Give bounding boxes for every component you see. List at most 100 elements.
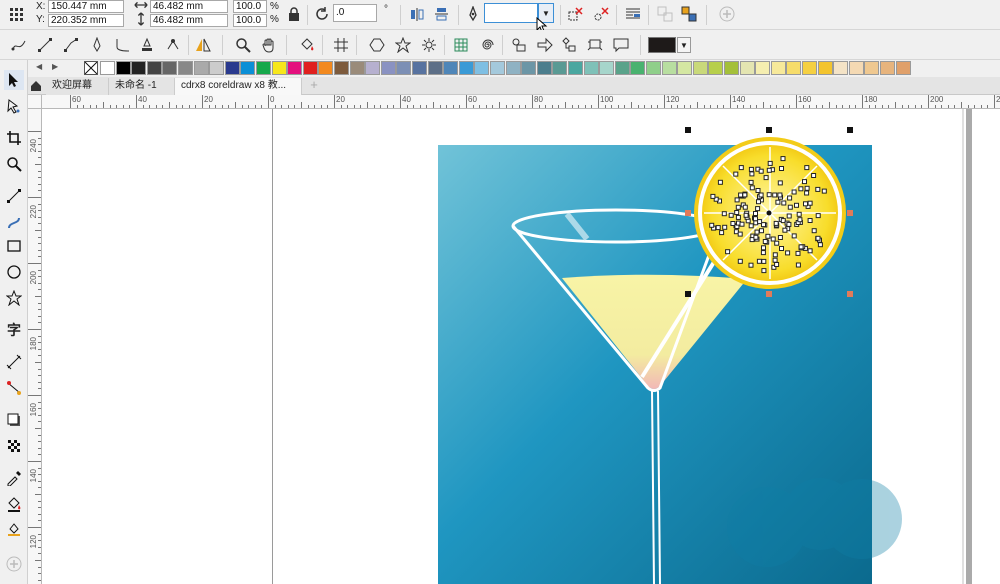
shape-tool-icon[interactable]: [4, 96, 24, 116]
palette-swatch[interactable]: [708, 61, 724, 75]
vertical-ruler[interactable]: 240 220 200 180 160 140 120: [28, 109, 42, 584]
palette-swatch[interactable]: [287, 61, 303, 75]
bspline-icon[interactable]: [114, 36, 132, 54]
line-icon[interactable]: [36, 36, 54, 54]
palette-swatch[interactable]: [583, 61, 599, 75]
new-tab-button[interactable]: +: [306, 78, 322, 93]
graph-paper-icon[interactable]: [452, 36, 470, 54]
zoom-icon[interactable]: [234, 36, 252, 54]
palette-swatch[interactable]: [599, 61, 615, 75]
fill-color-swatch[interactable]: [648, 37, 676, 53]
add-tool-icon[interactable]: [4, 554, 24, 574]
rectangle-tool-icon[interactable]: [4, 236, 24, 256]
break-apart-icon[interactable]: [592, 5, 610, 23]
outline-pen-icon[interactable]: [464, 5, 482, 23]
crop-tool-icon[interactable]: [4, 128, 24, 148]
mirror-horizontal-icon[interactable]: [408, 5, 426, 23]
ruler-origin[interactable]: [28, 95, 42, 109]
ellipse-tool-icon[interactable]: [4, 262, 24, 282]
palette-scroll-up-icon[interactable]: ▶: [52, 62, 58, 71]
palette-swatch[interactable]: [115, 61, 131, 75]
palette-swatch[interactable]: [162, 61, 178, 75]
polygon-icon[interactable]: [368, 36, 386, 54]
spiral-icon[interactable]: [478, 36, 496, 54]
palette-swatch[interactable]: [505, 61, 521, 75]
palette-swatch[interactable]: [536, 61, 552, 75]
palette-swatch[interactable]: [630, 61, 646, 75]
palette-swatch[interactable]: [677, 61, 693, 75]
basic-shapes-icon[interactable]: [510, 36, 528, 54]
text-tool-icon[interactable]: 字: [4, 320, 24, 340]
palette-swatch[interactable]: [552, 61, 568, 75]
no-color-swatch[interactable]: [84, 61, 98, 75]
callout-icon[interactable]: [612, 36, 630, 54]
palette-swatch[interactable]: [833, 61, 849, 75]
node-icon[interactable]: [164, 36, 182, 54]
palette-swatch[interactable]: [193, 61, 209, 75]
tab-welcome-screen[interactable]: 欢迎屏幕: [46, 78, 108, 95]
palette-swatch[interactable]: [334, 61, 349, 75]
pan-icon[interactable]: [260, 36, 278, 54]
horizontal-ruler[interactable]: 60402002040608010012014016018020022: [42, 95, 1000, 109]
freehand-tool-icon[interactable]: [4, 186, 24, 206]
transparency-tool-icon[interactable]: [4, 436, 24, 456]
add-icon[interactable]: [718, 5, 736, 23]
complex-star-icon[interactable]: [420, 36, 438, 54]
group-icon[interactable]: [656, 5, 674, 23]
arrow-shapes-icon[interactable]: [536, 36, 554, 54]
outline-width-field[interactable]: [484, 3, 538, 23]
palette-swatch[interactable]: [848, 61, 864, 75]
mirror-vertical-icon[interactable]: [432, 5, 450, 23]
cocktail-artwork[interactable]: [42, 109, 1000, 584]
object-origin-icon[interactable]: [8, 6, 26, 24]
palette-swatch[interactable]: [443, 61, 459, 75]
palette-swatch[interactable]: [256, 61, 271, 75]
text-wrap-icon[interactable]: [624, 5, 642, 23]
x-position-field[interactable]: 150.447 mm: [48, 0, 124, 13]
palette-swatch[interactable]: [490, 61, 505, 75]
eyedropper-tool-icon[interactable]: [4, 468, 24, 488]
polyline-icon[interactable]: [62, 36, 80, 54]
palette-swatch[interactable]: [724, 61, 739, 75]
palette-swatch[interactable]: [474, 61, 490, 75]
palette-swatch[interactable]: [802, 61, 817, 75]
grid-snap-icon[interactable]: [332, 36, 350, 54]
smart-draw-icon[interactable]: [138, 36, 156, 54]
palette-swatch[interactable]: [146, 61, 162, 75]
palette-swatch[interactable]: [427, 61, 443, 75]
palette-swatch[interactable]: [614, 61, 630, 75]
width-field[interactable]: 46.482 mm: [150, 0, 228, 13]
to-back-icon[interactable]: [566, 5, 584, 23]
palette-swatch[interactable]: [240, 61, 256, 75]
banner-shapes-icon[interactable]: [586, 36, 604, 54]
palette-swatch[interactable]: [568, 61, 583, 75]
drawing-canvas[interactable]: [42, 109, 1000, 584]
symmetry-icon[interactable]: [194, 36, 212, 54]
palette-swatch[interactable]: [755, 61, 771, 75]
lock-ratio-icon[interactable]: [285, 5, 303, 23]
home-icon[interactable]: [30, 80, 42, 95]
palette-swatch[interactable]: [209, 61, 225, 75]
star-icon[interactable]: [394, 36, 412, 54]
palette-swatch[interactable]: [458, 61, 474, 75]
palette-swatch[interactable]: [178, 61, 193, 75]
palette-swatch[interactable]: [131, 61, 147, 75]
palette-swatch[interactable]: [412, 61, 427, 75]
palette-swatch[interactable]: [271, 61, 287, 75]
palette-swatch[interactable]: [646, 61, 661, 75]
palette-swatch[interactable]: [661, 61, 677, 75]
palette-swatch[interactable]: [895, 61, 911, 75]
palette-scroll-left-icon[interactable]: ◀: [36, 62, 42, 71]
y-position-field[interactable]: 220.352 mm: [48, 14, 124, 27]
tab-active-document[interactable]: cdrx8 coreldraw x8 教...: [174, 78, 302, 95]
palette-swatch[interactable]: [100, 61, 115, 75]
pick-tool-icon[interactable]: [4, 70, 24, 90]
palette-swatch[interactable]: [349, 61, 365, 75]
pen-icon[interactable]: [88, 36, 106, 54]
smart-fill-tool-icon[interactable]: [4, 518, 24, 538]
tab-untitled[interactable]: 未命名 -1: [108, 78, 174, 95]
flowchart-icon[interactable]: [560, 36, 578, 54]
scale-x-field[interactable]: 100.0: [233, 0, 267, 13]
smart-fill-icon[interactable]: [298, 36, 316, 54]
drop-shadow-tool-icon[interactable]: [4, 410, 24, 430]
